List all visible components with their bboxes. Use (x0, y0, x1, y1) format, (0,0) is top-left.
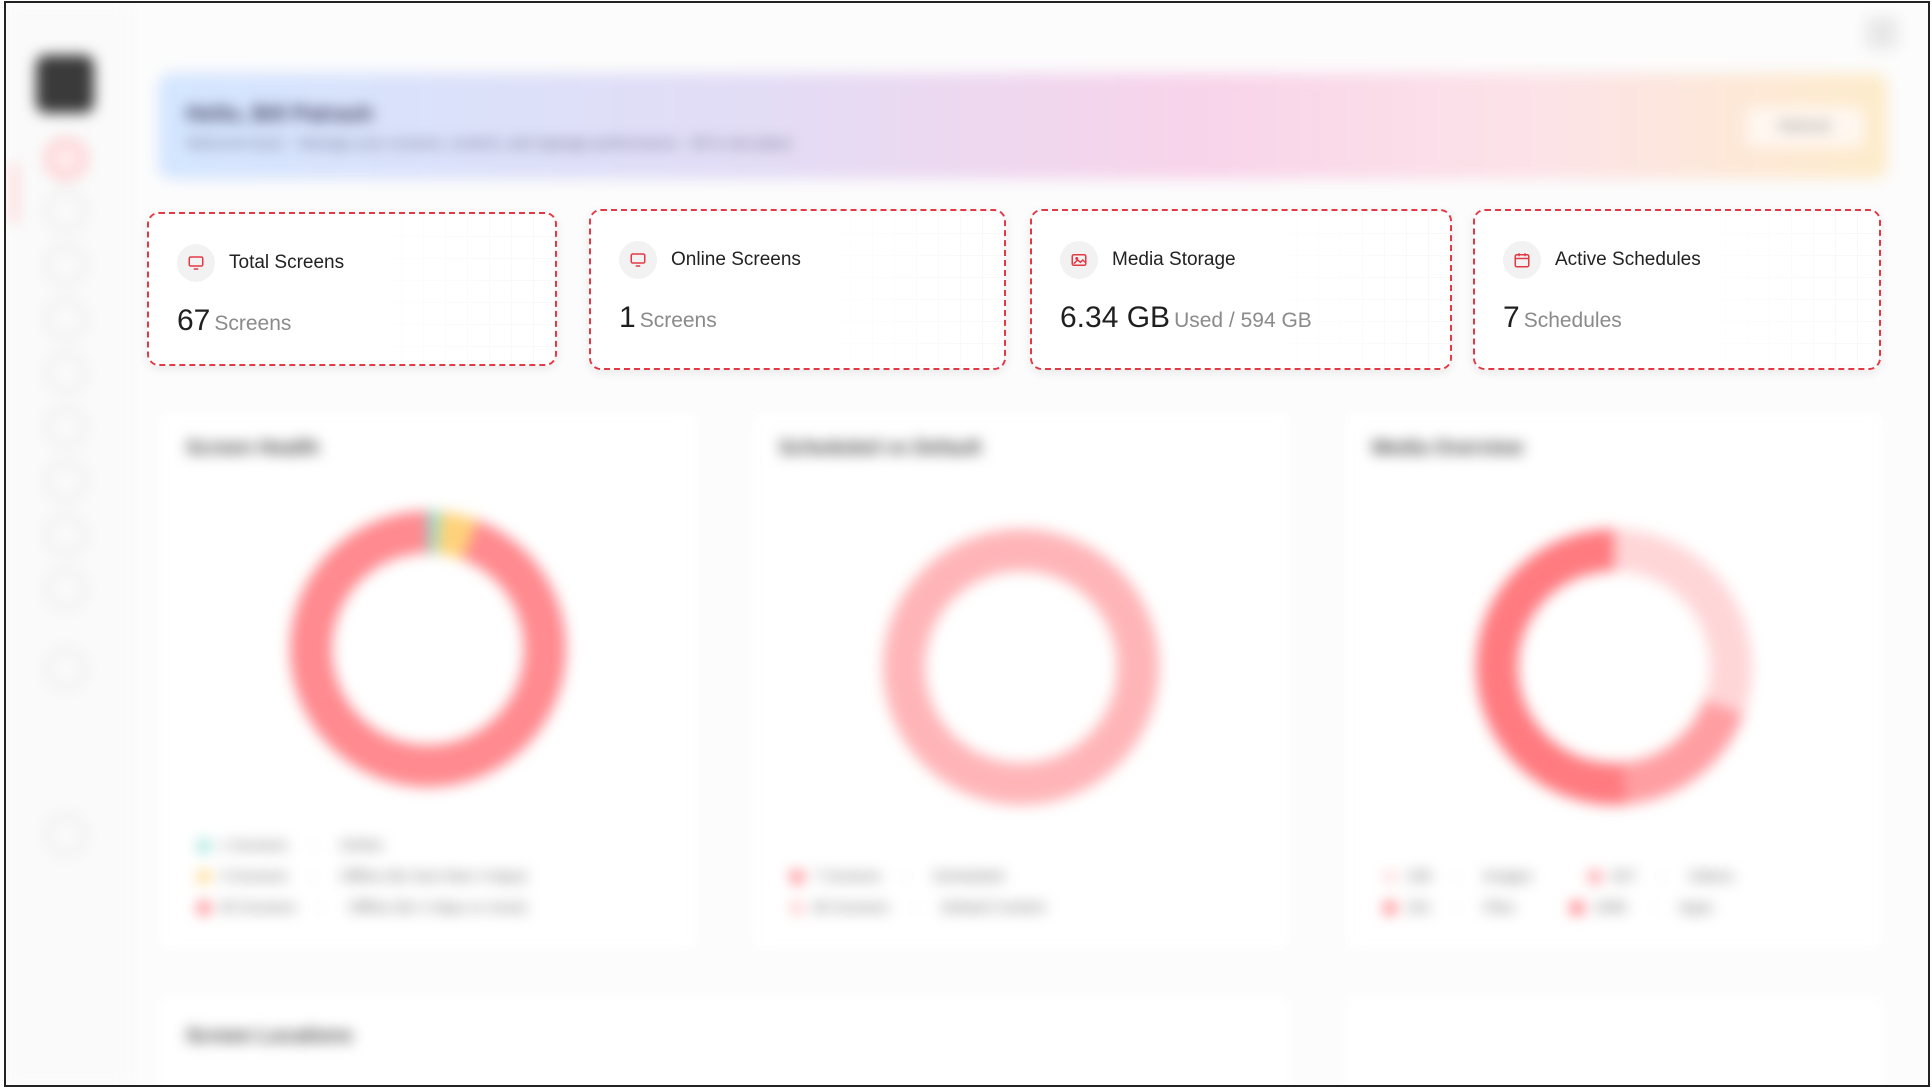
stat-card-media-storage[interactable]: Media Storage 6.34 GB Used / 594 GB (1030, 209, 1452, 370)
refresh-button[interactable]: Refresh (1746, 107, 1864, 147)
stat-card-online-screens[interactable]: Online Screens 1 Screens (589, 209, 1006, 370)
monitor-icon (619, 241, 657, 279)
legend-item: 1 Screens: Online (198, 837, 383, 854)
blurred-dashboard-background: Hello, Bill Patrash Welcome back · Manag… (6, 3, 1928, 1085)
card-background (149, 214, 555, 364)
reports-icon[interactable] (46, 461, 86, 501)
stat-label: Active Schedules (1555, 249, 1701, 270)
card-background (1475, 211, 1879, 368)
secondary-bottom-panel (1344, 995, 1884, 1085)
playlist-icon[interactable] (46, 299, 86, 339)
help-icon[interactable] (46, 649, 86, 689)
profile-avatar[interactable] (1866, 17, 1898, 49)
banner-subtitle: Welcome back · Manage your screens, cont… (186, 135, 792, 152)
users-icon[interactable] (46, 515, 86, 555)
home-icon[interactable] (46, 139, 86, 179)
stat-card-total-screens[interactable]: Total Screens 67 Screens (147, 212, 557, 366)
card-background (1032, 211, 1450, 368)
scheduled-donut (883, 529, 1159, 805)
welcome-banner: Hello, Bill Patrash Welcome back · Manag… (158, 73, 1888, 179)
stat-label: Total Screens (229, 252, 345, 273)
stat-label: Media Storage (1112, 249, 1236, 270)
app-window: Hello, Bill Patrash Welcome back · Manag… (4, 1, 1930, 1087)
panel-title: Screen Health (186, 437, 320, 459)
apps-icon[interactable] (46, 407, 86, 447)
card-background (591, 211, 1004, 368)
settings-icon[interactable] (46, 569, 86, 609)
monitor-icon (177, 244, 215, 282)
calendar-icon (1503, 241, 1541, 279)
panel-title: Screen Locations (186, 1025, 353, 1047)
screens-icon[interactable] (46, 191, 86, 231)
legend-item: 63 Screens: Offline (for 4 days or more) (198, 899, 527, 916)
schedule-icon[interactable] (46, 353, 86, 393)
legend-item: 60 Screens: Default Content (791, 899, 1045, 916)
sidebar-active-indicator (12, 163, 16, 223)
legend-item: 7 Screens: Scheduled (791, 868, 1004, 885)
panel-title: Media Overview (1372, 437, 1524, 459)
legend-item: 161: Files 1066: Apps (1384, 899, 1713, 916)
image-icon (1060, 241, 1098, 279)
sidebar (6, 3, 127, 1085)
stat-value: 1 Screens (619, 301, 717, 334)
banner-title: Hello, Bill Patrash (186, 101, 374, 126)
legend-item: 158: Images 207: Videos (1384, 868, 1734, 885)
stat-label: Online Screens (671, 249, 801, 270)
stat-value: 67 Screens (177, 304, 292, 337)
app-logo[interactable] (36, 55, 94, 113)
language-icon[interactable] (46, 815, 86, 855)
media-donut (1476, 529, 1752, 805)
media-icon[interactable] (46, 245, 86, 285)
screen-health-donut (290, 511, 566, 787)
stat-value: 7 Schedules (1503, 301, 1622, 334)
stat-value: 6.34 GB Used / 594 GB (1060, 301, 1312, 334)
panel-title: Scheduled vs Default (779, 437, 982, 459)
legend-item: 3 Screens: Offline (for less than 4 days) (198, 868, 527, 885)
media-overview-panel: Media Overview 158: Images 207: Videos 161… (1344, 411, 1884, 951)
stat-card-active-schedules[interactable]: Active Schedules 7 Schedules (1473, 209, 1881, 370)
scheduled-vs-default-panel: Scheduled vs Default 7 Screens: Scheduled… (751, 411, 1291, 951)
screen-locations-panel: Screen Locations (158, 995, 1291, 1085)
screen-health-panel: Screen Health 1 Screens: Online 3 Screens… (158, 411, 698, 951)
